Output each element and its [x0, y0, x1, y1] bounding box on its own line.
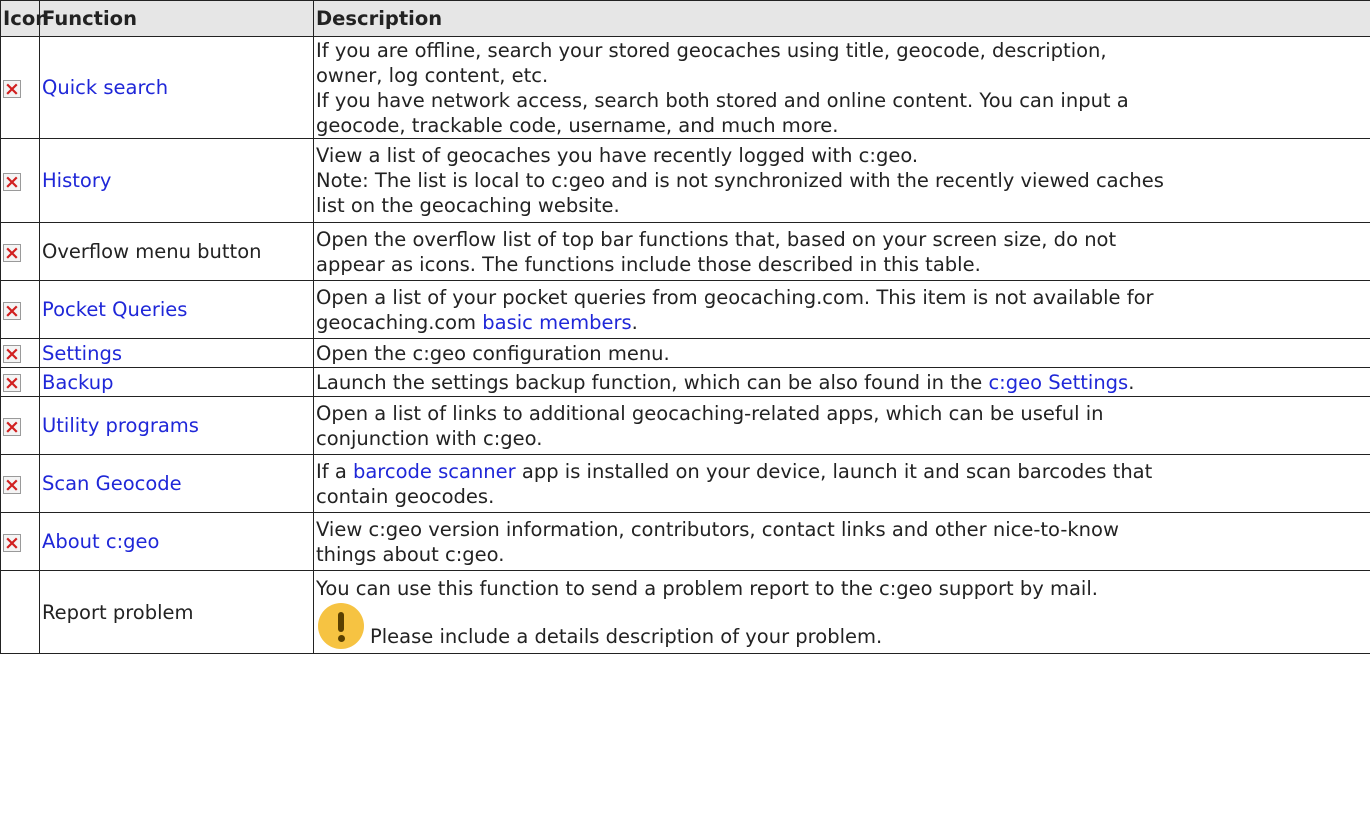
warning-note-text: Please include a details description of … — [370, 624, 883, 648]
description-line: Open a list of links to additional geoca… — [316, 401, 1104, 425]
table-row: History View a list of geocaches you hav… — [0, 138, 1370, 223]
description-cell: Open the c:geo configuration menu. — [313, 338, 1370, 368]
description-cell: If you are offline, search your stored g… — [313, 36, 1370, 139]
description-cell: Launch the settings backup function, whi… — [313, 367, 1370, 397]
description-text: geocaching.com — [316, 310, 483, 334]
description-line: Open the overflow list of top bar functi… — [316, 227, 1117, 251]
exclamation-warning-icon — [318, 602, 364, 649]
table-header-row: Icon Function Description — [0, 0, 1370, 37]
description-line: View c:geo version information, contribu… — [316, 517, 1119, 541]
description-text: . — [1128, 370, 1135, 394]
function-label-overflow-menu: Overflow menu button — [42, 240, 262, 263]
description-line: View a list of geocaches you have recent… — [316, 144, 919, 167]
functions-table: Icon Function Description Quick search I… — [0, 0, 1370, 654]
table-row: About c:geo View c:geo version informati… — [0, 512, 1370, 571]
broken-image-icon — [3, 170, 21, 194]
table-row: Report problem You can use this function… — [0, 570, 1370, 654]
description-line: geocode, trackable code, username, and m… — [316, 113, 839, 137]
broken-image-icon — [3, 77, 21, 101]
icon-cell — [0, 222, 40, 281]
function-cell: Quick search — [39, 36, 314, 139]
description-line: Note: The list is local to c:geo and is … — [316, 169, 1164, 192]
table-row: Settings Open the c:geo configuration me… — [0, 338, 1370, 368]
table-row: Overflow menu button Open the overflow l… — [0, 222, 1370, 281]
description-line: Open a list of your pocket queries from … — [316, 285, 1154, 309]
function-cell: Overflow menu button — [39, 222, 314, 281]
description-line: contain geocodes. — [316, 484, 495, 508]
link-pocket-queries[interactable]: Pocket Queries — [42, 298, 187, 321]
description-cell: Open the overflow list of top bar functi… — [313, 222, 1370, 281]
link-settings[interactable]: Settings — [42, 342, 122, 365]
description-line: list on the geocaching website. — [316, 194, 620, 217]
function-label-report-problem: Report problem — [42, 600, 194, 624]
link-barcode-scanner[interactable]: barcode scanner — [353, 460, 516, 483]
icon-cell — [0, 367, 40, 397]
link-quick-search[interactable]: Quick search — [42, 76, 168, 99]
link-basic-members[interactable]: basic members — [482, 311, 631, 334]
description-line: things about c:geo. — [316, 542, 505, 566]
function-cell: About c:geo — [39, 512, 314, 571]
description-text: If a — [316, 459, 353, 483]
link-utility-programs[interactable]: Utility programs — [42, 414, 199, 437]
icon-cell — [0, 280, 40, 339]
description-cell: View c:geo version information, contribu… — [313, 512, 1370, 571]
description-cell: Open a list of your pocket queries from … — [313, 280, 1370, 339]
table-row: Pocket Queries Open a list of your pocke… — [0, 280, 1370, 339]
description-line: If you are offline, search your stored g… — [316, 38, 1107, 62]
broken-image-icon — [3, 371, 21, 395]
description-line: Open the c:geo configuration menu. — [316, 341, 670, 365]
broken-image-icon — [3, 342, 21, 366]
link-about-cgeo[interactable]: About c:geo — [42, 530, 159, 553]
icon-cell — [0, 570, 40, 654]
description-line: geocaching.com basic members. — [316, 310, 1368, 335]
icon-cell — [0, 138, 40, 223]
function-cell: Settings — [39, 338, 314, 368]
description-text: app is installed on your device, launch … — [515, 459, 1153, 483]
description-text: Launch the settings backup function, whi… — [316, 370, 989, 394]
broken-image-icon — [3, 415, 21, 439]
function-cell: Utility programs — [39, 396, 314, 455]
function-cell: Pocket Queries — [39, 280, 314, 339]
icon-cell — [0, 36, 40, 139]
description-line: owner, log content, etc. — [316, 63, 549, 87]
description-line: appear as icons. The functions include t… — [316, 252, 981, 276]
link-backup[interactable]: Backup — [42, 371, 113, 394]
header-function: Function — [39, 0, 314, 37]
description-line: If you have network access, search both … — [316, 88, 1129, 112]
table-row: Quick search If you are offline, search … — [0, 36, 1370, 139]
header-icon: Icon — [0, 0, 49, 37]
description-cell: View a list of geocaches you have recent… — [313, 138, 1370, 223]
description-cell: If a barcode scanner app is installed on… — [313, 454, 1370, 513]
function-cell: Backup — [39, 367, 314, 397]
broken-image-icon — [3, 531, 21, 555]
broken-image-icon — [3, 473, 21, 497]
table-row: Scan Geocode If a barcode scanner app is… — [0, 454, 1370, 513]
broken-image-icon — [3, 299, 21, 323]
link-scan-geocode[interactable]: Scan Geocode — [42, 472, 182, 495]
table-row: Backup Launch the settings backup functi… — [0, 367, 1370, 397]
icon-cell — [0, 454, 40, 513]
icon-cell — [0, 396, 40, 455]
table-row: Utility programs Open a list of links to… — [0, 396, 1370, 455]
icon-cell — [0, 512, 40, 571]
link-history[interactable]: History — [42, 169, 111, 192]
warning-note: Please include a details description of … — [316, 601, 1368, 649]
function-cell: History — [39, 138, 314, 223]
function-cell: Scan Geocode — [39, 454, 314, 513]
description-line: Launch the settings backup function, whi… — [316, 370, 1368, 395]
link-cgeo-settings[interactable]: c:geo Settings — [988, 371, 1128, 394]
broken-image-icon — [3, 241, 21, 265]
header-description: Description — [313, 0, 1370, 37]
description-line: If a barcode scanner app is installed on… — [316, 459, 1368, 484]
description-line: conjunction with c:geo. — [316, 426, 543, 450]
function-cell: Report problem — [39, 570, 314, 654]
description-cell: You can use this function to send a prob… — [313, 570, 1370, 654]
description-cell: Open a list of links to additional geoca… — [313, 396, 1370, 455]
description-text: . — [631, 310, 638, 334]
icon-cell — [0, 338, 40, 368]
description-line: You can use this function to send a prob… — [316, 576, 1098, 600]
